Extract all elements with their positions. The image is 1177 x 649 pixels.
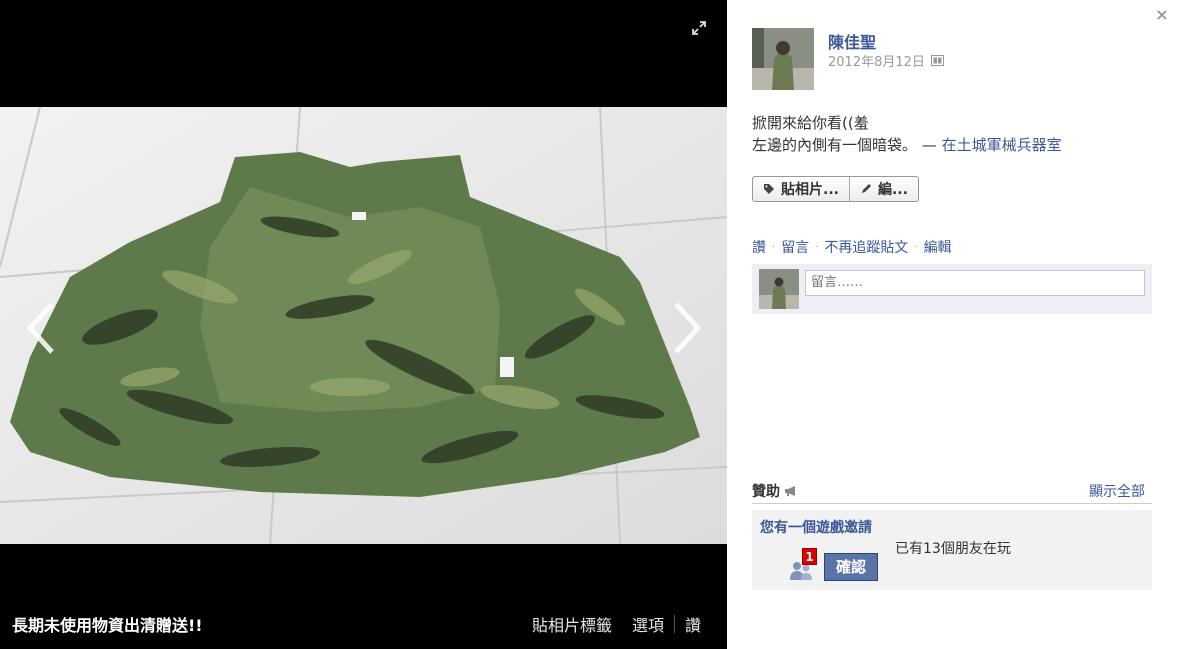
tag-icon <box>764 184 774 194</box>
post-line-2: 左邊的內側有一個暗袋。 — 在土城軍械兵器室 <box>752 134 1062 156</box>
comment-link[interactable]: 留言 <box>781 237 809 257</box>
game-invite-card: 您有一個遊戲邀請 1 確認 已有13個朋友在玩 <box>752 510 1152 590</box>
expand-icon[interactable] <box>691 20 707 36</box>
post-dash: — <box>917 136 942 154</box>
tag-photo-label: 貼相片... <box>781 182 839 198</box>
side-panel: × 陳佳聖 2012年8月12日 掀開來給你看((羞 左邊的內側有一個暗袋。 —… <box>727 0 1177 649</box>
chevron-right-icon[interactable] <box>670 300 704 356</box>
chevron-left-icon[interactable] <box>24 300 58 356</box>
avatar[interactable] <box>752 28 814 90</box>
caption-bar: 長期未使用物資出清贈送!! 貼相片標籤 選項 讚 <box>0 599 727 649</box>
like-link[interactable]: 讚 <box>675 612 711 636</box>
post-actions: 讚 · 留言 · 不再追蹤貼文 · 編輯 <box>752 237 952 257</box>
like-post-link[interactable]: 讚 <box>752 237 766 257</box>
edit-label: 編... <box>877 182 908 198</box>
post-meta: 2012年8月12日 <box>828 51 944 70</box>
game-invite-title[interactable]: 您有一個遊戲邀請 <box>760 517 872 537</box>
show-all-link[interactable]: 顯示全部 <box>1089 481 1145 501</box>
friends-playing-text: 已有13個朋友在玩 <box>895 541 1011 557</box>
confirm-button[interactable]: 確認 <box>824 553 878 581</box>
sponsored-header: 贊助 顯示全部 <box>752 478 1152 504</box>
sponsored-title-text: 贊助 <box>752 483 780 500</box>
edit-button[interactable]: 編... <box>848 177 918 201</box>
comment-avatar <box>759 269 799 309</box>
photo[interactable] <box>0 107 727 544</box>
sponsored-title: 贊助 <box>752 481 798 501</box>
post-text: 掀開來給你看((羞 左邊的內側有一個暗袋。 — 在土城軍械兵器室 <box>752 112 1062 156</box>
comment-input[interactable]: 留言…… <box>805 270 1145 296</box>
post-date[interactable]: 2012年8月12日 <box>828 51 925 70</box>
photo-actions: 貼相片標籤 選項 讚 <box>522 612 711 636</box>
edit-link[interactable]: 編輯 <box>924 237 952 257</box>
location-link[interactable]: 在土城軍械兵器室 <box>942 136 1062 154</box>
separator-dot: · <box>914 241 918 253</box>
photo-stage: 長期未使用物資出清贈送!! 貼相片標籤 選項 讚 <box>0 0 727 649</box>
pencil-icon <box>861 184 871 193</box>
photo-viewer: 長期未使用物資出清贈送!! 貼相片標籤 選項 讚 × 陳佳聖 2012年8月12… <box>0 0 1177 649</box>
post-line-2-text: 左邊的內側有一個暗袋。 <box>752 136 918 154</box>
close-icon[interactable]: × <box>1155 7 1169 23</box>
friends-audience-icon[interactable] <box>930 55 944 66</box>
notification-badge: 1 <box>802 548 817 565</box>
unfollow-post-link[interactable]: 不再追蹤貼文 <box>824 237 908 257</box>
tag-photo-button[interactable]: 貼相片... <box>753 177 849 201</box>
post-line-1: 掀開來給你看((羞 <box>752 114 869 132</box>
author-name[interactable]: 陳佳聖 <box>828 29 876 53</box>
comment-box: 留言…… <box>752 264 1152 314</box>
photo-caption: 長期未使用物資出清贈送!! <box>12 616 203 635</box>
separator-dot: · <box>772 241 776 253</box>
options-link[interactable]: 選項 <box>622 612 674 636</box>
tag-photo-link[interactable]: 貼相片標籤 <box>522 612 622 636</box>
camouflage-vest-photo <box>0 107 727 544</box>
megaphone-icon <box>785 485 795 496</box>
separator-dot: · <box>815 241 819 253</box>
photo-button-group: 貼相片... 編... <box>752 176 919 202</box>
